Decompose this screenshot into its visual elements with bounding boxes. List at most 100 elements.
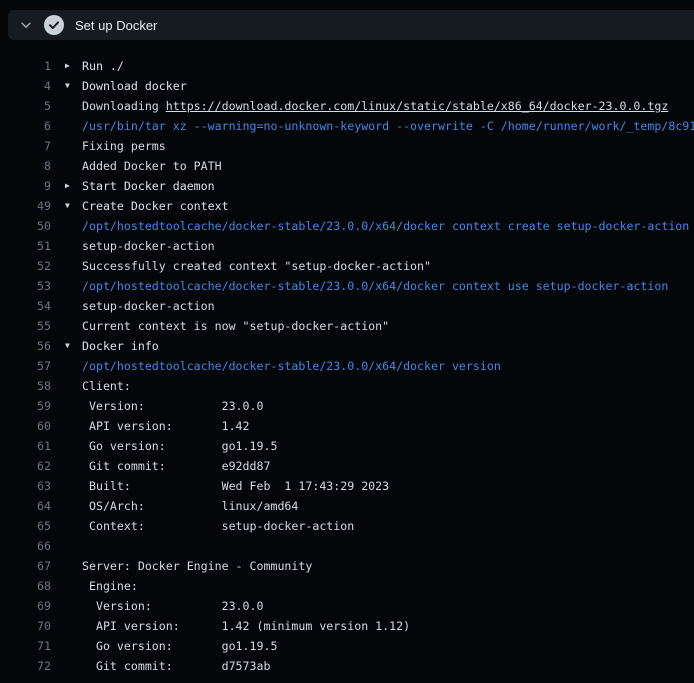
line-number[interactable]: 61 xyxy=(0,436,51,456)
log-text: Git commit: e92dd87 xyxy=(82,456,270,476)
arrow-spacer xyxy=(51,356,82,376)
log-line: 60 API version: 1.42 xyxy=(0,416,694,436)
line-number[interactable]: 52 xyxy=(0,256,51,276)
log-group-row[interactable]: 9▶Start Docker daemon xyxy=(0,176,694,196)
log-line: 68 Engine: xyxy=(0,576,694,596)
chevron-down-icon[interactable] xyxy=(18,17,34,33)
log-text: Run ./ xyxy=(82,56,124,76)
line-number[interactable]: 8 xyxy=(0,156,51,176)
log-line: 6/usr/bin/tar xz --warning=no-unknown-ke… xyxy=(0,116,694,136)
line-number[interactable]: 62 xyxy=(0,456,51,476)
group-collapsed-icon[interactable]: ▶ xyxy=(51,176,82,196)
line-number[interactable]: 65 xyxy=(0,516,51,536)
line-number[interactable]: 50 xyxy=(0,216,51,236)
log-line: 51setup-docker-action xyxy=(0,236,694,256)
arrow-spacer xyxy=(51,116,82,136)
line-number[interactable]: 68 xyxy=(0,576,51,596)
line-number[interactable]: 55 xyxy=(0,316,51,336)
group-expanded-icon[interactable]: ▼ xyxy=(51,196,82,216)
line-number[interactable]: 63 xyxy=(0,476,51,496)
line-number[interactable]: 59 xyxy=(0,396,51,416)
log-line: 54setup-docker-action xyxy=(0,296,694,316)
line-number[interactable]: 58 xyxy=(0,376,51,396)
line-number[interactable]: 53 xyxy=(0,276,51,296)
arrow-spacer xyxy=(51,296,82,316)
log-line: 72 Git commit: d7573ab xyxy=(0,656,694,676)
arrow-spacer xyxy=(51,416,82,436)
log-line: 70 API version: 1.42 (minimum version 1.… xyxy=(0,616,694,636)
line-number[interactable]: 4 xyxy=(0,76,51,96)
log-group-row[interactable]: 56▼Docker info xyxy=(0,336,694,356)
arrow-spacer xyxy=(51,576,82,596)
log-text: Go version: go1.19.5 xyxy=(82,436,277,456)
arrow-spacer xyxy=(51,656,82,676)
log-line: 67Server: Docker Engine - Community xyxy=(0,556,694,576)
download-url-link[interactable]: https://download.docker.com/linux/static… xyxy=(166,99,669,113)
line-number[interactable]: 66 xyxy=(0,536,51,556)
log-text: OS/Arch: linux/amd64 xyxy=(82,496,298,516)
arrow-spacer xyxy=(51,556,82,576)
arrow-spacer xyxy=(51,636,82,656)
line-number[interactable]: 1 xyxy=(0,56,51,76)
arrow-spacer xyxy=(51,436,82,456)
arrow-spacer xyxy=(51,276,82,296)
log-line: 61 Go version: go1.19.5 xyxy=(0,436,694,456)
log-text: Go version: go1.19.5 xyxy=(82,636,277,656)
log-group-row[interactable]: 1▶Run ./ xyxy=(0,56,694,76)
log-text: Git commit: d7573ab xyxy=(82,656,270,676)
log-line: 66 xyxy=(0,536,694,556)
log-line: 7 Fixing perms xyxy=(0,136,694,156)
line-number[interactable]: 69 xyxy=(0,596,51,616)
log-text: Download docker xyxy=(82,76,187,96)
group-expanded-icon[interactable]: ▼ xyxy=(51,76,82,96)
log-line: 5 Downloading https://download.docker.com… xyxy=(0,96,694,116)
arrow-spacer xyxy=(51,216,82,236)
log-line: 69 Version: 23.0.0 xyxy=(0,596,694,616)
line-number[interactable]: 54 xyxy=(0,296,51,316)
log-text: Client: xyxy=(82,376,131,396)
log-group-row[interactable]: 4▼Download docker xyxy=(0,76,694,96)
line-number[interactable]: 49 xyxy=(0,196,51,216)
line-number[interactable]: 72 xyxy=(0,656,51,676)
line-number[interactable]: 7 xyxy=(0,136,51,156)
arrow-spacer xyxy=(51,536,82,556)
command-text: /opt/hostedtoolcache/docker-stable/23.0.… xyxy=(82,276,668,296)
log-line: 52Successfully created context "setup-do… xyxy=(0,256,694,276)
log-line: 71 Go version: go1.19.5 xyxy=(0,636,694,656)
line-number[interactable]: 70 xyxy=(0,616,51,636)
group-expanded-icon[interactable]: ▼ xyxy=(51,336,82,356)
log-line: 57/opt/hostedtoolcache/docker-stable/23.… xyxy=(0,356,694,376)
command-text: /usr/bin/tar xz --warning=no-unknown-key… xyxy=(82,116,694,136)
line-number[interactable]: 71 xyxy=(0,636,51,656)
line-number[interactable]: 67 xyxy=(0,556,51,576)
log-text: Fixing perms xyxy=(82,136,166,156)
step-header[interactable]: Set up Docker xyxy=(8,10,694,40)
line-number[interactable]: 5 xyxy=(0,96,51,116)
arrow-spacer xyxy=(51,256,82,276)
log-line: 64 OS/Arch: linux/amd64 xyxy=(0,496,694,516)
arrow-spacer xyxy=(51,456,82,476)
actions-log-viewer: Set up Docker 1▶Run ./4▼Download docker5… xyxy=(0,0,694,683)
line-number[interactable]: 60 xyxy=(0,416,51,436)
line-number[interactable]: 64 xyxy=(0,496,51,516)
command-text: /opt/hostedtoolcache/docker-stable/23.0.… xyxy=(82,216,689,236)
arrow-spacer xyxy=(51,156,82,176)
log-text: Create Docker context xyxy=(82,196,229,216)
group-collapsed-icon[interactable]: ▶ xyxy=(51,56,82,76)
arrow-spacer xyxy=(51,136,82,156)
check-circle-icon xyxy=(44,15,64,35)
line-number[interactable]: 57 xyxy=(0,356,51,376)
log-text: API version: 1.42 (minimum version 1.12) xyxy=(82,616,410,636)
log-text: Downloading xyxy=(82,99,166,113)
line-number[interactable]: 6 xyxy=(0,116,51,136)
line-number[interactable]: 9 xyxy=(0,176,51,196)
line-number[interactable]: 51 xyxy=(0,236,51,256)
log-text: Context: setup-docker-action xyxy=(82,516,354,536)
log-line: 53/opt/hostedtoolcache/docker-stable/23.… xyxy=(0,276,694,296)
log-text: Downloading https://download.docker.com/… xyxy=(82,96,668,116)
arrow-spacer xyxy=(51,96,82,116)
log-line: 65 Context: setup-docker-action xyxy=(0,516,694,536)
arrow-spacer xyxy=(51,396,82,416)
log-group-row[interactable]: 49▼Create Docker context xyxy=(0,196,694,216)
line-number[interactable]: 56 xyxy=(0,336,51,356)
